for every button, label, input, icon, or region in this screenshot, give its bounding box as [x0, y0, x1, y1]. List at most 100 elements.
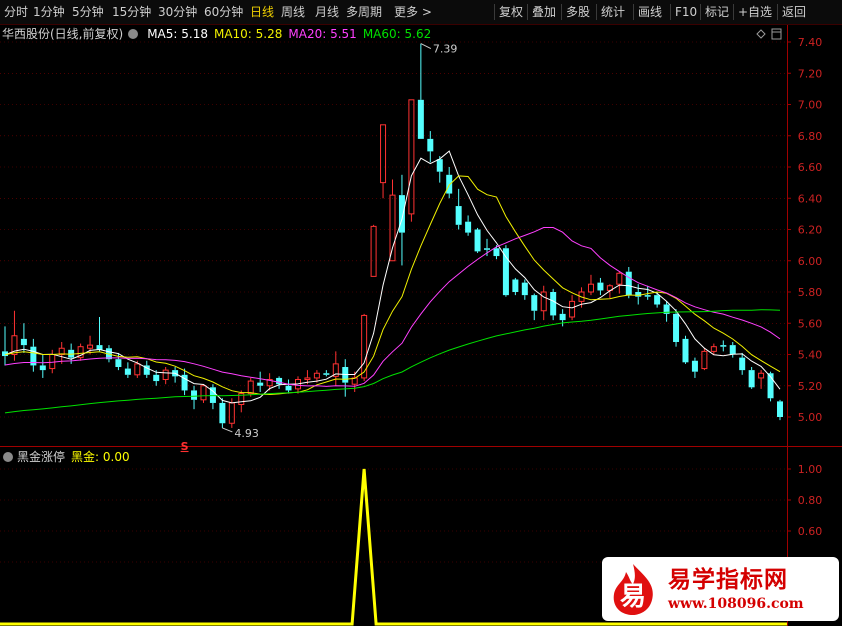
candle: [587, 274, 594, 296]
candle-body: [446, 174, 453, 194]
toolbar-separator: [670, 4, 671, 20]
candle-body: [408, 99, 415, 215]
candle: [540, 285, 547, 321]
price-tick-label: 5.60: [798, 317, 823, 330]
toolbar-separator: [777, 4, 778, 20]
candle-body: [87, 344, 94, 349]
candle: [247, 377, 254, 397]
candle: [748, 367, 755, 389]
ma5-label: MA5: 5.18: [147, 27, 208, 41]
candle: [96, 317, 103, 352]
candle: [455, 188, 462, 230]
period-item-6[interactable]: 日线: [250, 0, 274, 24]
tool-item-2[interactable]: 多股: [566, 0, 590, 24]
candle: [2, 326, 8, 366]
logo-title: 易学指标网: [668, 567, 788, 593]
candle: [502, 245, 509, 297]
candle-body: [748, 370, 755, 388]
period-item-4[interactable]: 30分钟: [158, 0, 197, 24]
period-item-1[interactable]: 1分钟: [33, 0, 65, 24]
candle-body: [710, 346, 717, 352]
candle: [531, 293, 538, 321]
candle: [654, 292, 661, 308]
candle: [691, 357, 698, 378]
period-item-7[interactable]: 周线: [281, 0, 305, 24]
candle: [673, 309, 680, 347]
candle-body: [39, 365, 46, 371]
candle-body: [540, 291, 547, 312]
candle: [30, 338, 37, 372]
candle-body: [49, 354, 56, 370]
candle-body: [191, 390, 198, 400]
candle-body: [644, 295, 651, 297]
period-item-8[interactable]: 月线: [315, 0, 339, 24]
candle-body: [162, 369, 169, 380]
period-item-2[interactable]: 5分钟: [72, 0, 104, 24]
candle-body: [569, 300, 576, 318]
candle: [616, 271, 623, 294]
price-tick-label: 6.60: [798, 161, 823, 174]
candle: [512, 277, 519, 296]
candle-body: [531, 295, 538, 311]
toolbar-separator: [494, 4, 495, 20]
tool-item-0[interactable]: 复权: [499, 0, 523, 24]
period-item-10[interactable]: 更多 >: [394, 0, 432, 24]
candle: [739, 352, 746, 375]
candle: [332, 351, 339, 386]
candle: [710, 343, 717, 355]
candle-body: [758, 372, 765, 379]
period-item-0[interactable]: 分时: [4, 0, 28, 24]
period-item-3[interactable]: 15分钟: [112, 0, 151, 24]
indicator-tick-label: 1.00: [798, 463, 823, 476]
candle-body: [616, 272, 623, 285]
window-icon: [771, 28, 782, 40]
candle: [181, 368, 188, 396]
indicator-name: 黑金涨停: [17, 449, 65, 464]
candle: [663, 301, 670, 322]
tool-item-4[interactable]: 画线: [638, 0, 662, 24]
candle-body: [417, 99, 424, 139]
toolbar-separator: [596, 4, 597, 20]
indicator-dropdown-icon: [3, 452, 13, 462]
high-marker: [420, 43, 432, 50]
stock-title: 华西股份(日线,前复权): [2, 26, 123, 41]
period-item-9[interactable]: 多周期: [346, 0, 382, 24]
tool-item-3[interactable]: 统计: [601, 0, 625, 24]
candle-body: [729, 345, 736, 355]
tool-item-1[interactable]: 叠加: [532, 0, 556, 24]
candle-body: [673, 313, 680, 342]
candle: [474, 227, 481, 253]
candle: [625, 267, 632, 299]
main-header: 华西股份(日线,前复权) MA5: 5.18 MA10: 5.28 MA20: 5.5…: [2, 26, 431, 41]
candle: [20, 323, 27, 353]
candle-body: [115, 359, 122, 367]
candle: [370, 224, 377, 277]
candle: [550, 288, 557, 321]
candle-body: [370, 225, 377, 277]
tool-item-6[interactable]: 标记: [705, 0, 729, 24]
price-tick-label: 7.40: [798, 36, 823, 49]
indicator-header: 黑金涨停 黑金: 0.00: [17, 449, 130, 464]
candle-body: [200, 385, 207, 401]
tool-item-8[interactable]: 返回: [782, 0, 806, 24]
candle: [465, 215, 472, 236]
candle-body: [777, 401, 783, 417]
candle-body: [720, 345, 727, 347]
stock-chart: 7.40 7.20 7.00 6.80 6.60 6.40 6.20 6.00 5.80 5.60…: [0, 25, 842, 626]
high-price-label: 7.39: [433, 43, 458, 56]
logo-url: www.108096.com: [668, 596, 804, 612]
candle: [720, 340, 727, 352]
candle: [162, 367, 169, 385]
ma10-label: MA10: 5.28: [214, 27, 282, 41]
tool-item-5[interactable]: F10: [675, 0, 697, 24]
toolbar-separator: [527, 4, 528, 20]
candle: [682, 335, 689, 364]
period-item-5[interactable]: 60分钟: [204, 0, 243, 24]
toolbar-separator: [733, 4, 734, 20]
price-tick-label: 5.20: [798, 380, 823, 393]
candle-body: [313, 372, 320, 379]
indicator-tick-label: 0.80: [798, 494, 823, 507]
candle: [191, 385, 198, 410]
tool-item-7[interactable]: +自选: [738, 0, 772, 24]
candle-body: [550, 292, 557, 316]
